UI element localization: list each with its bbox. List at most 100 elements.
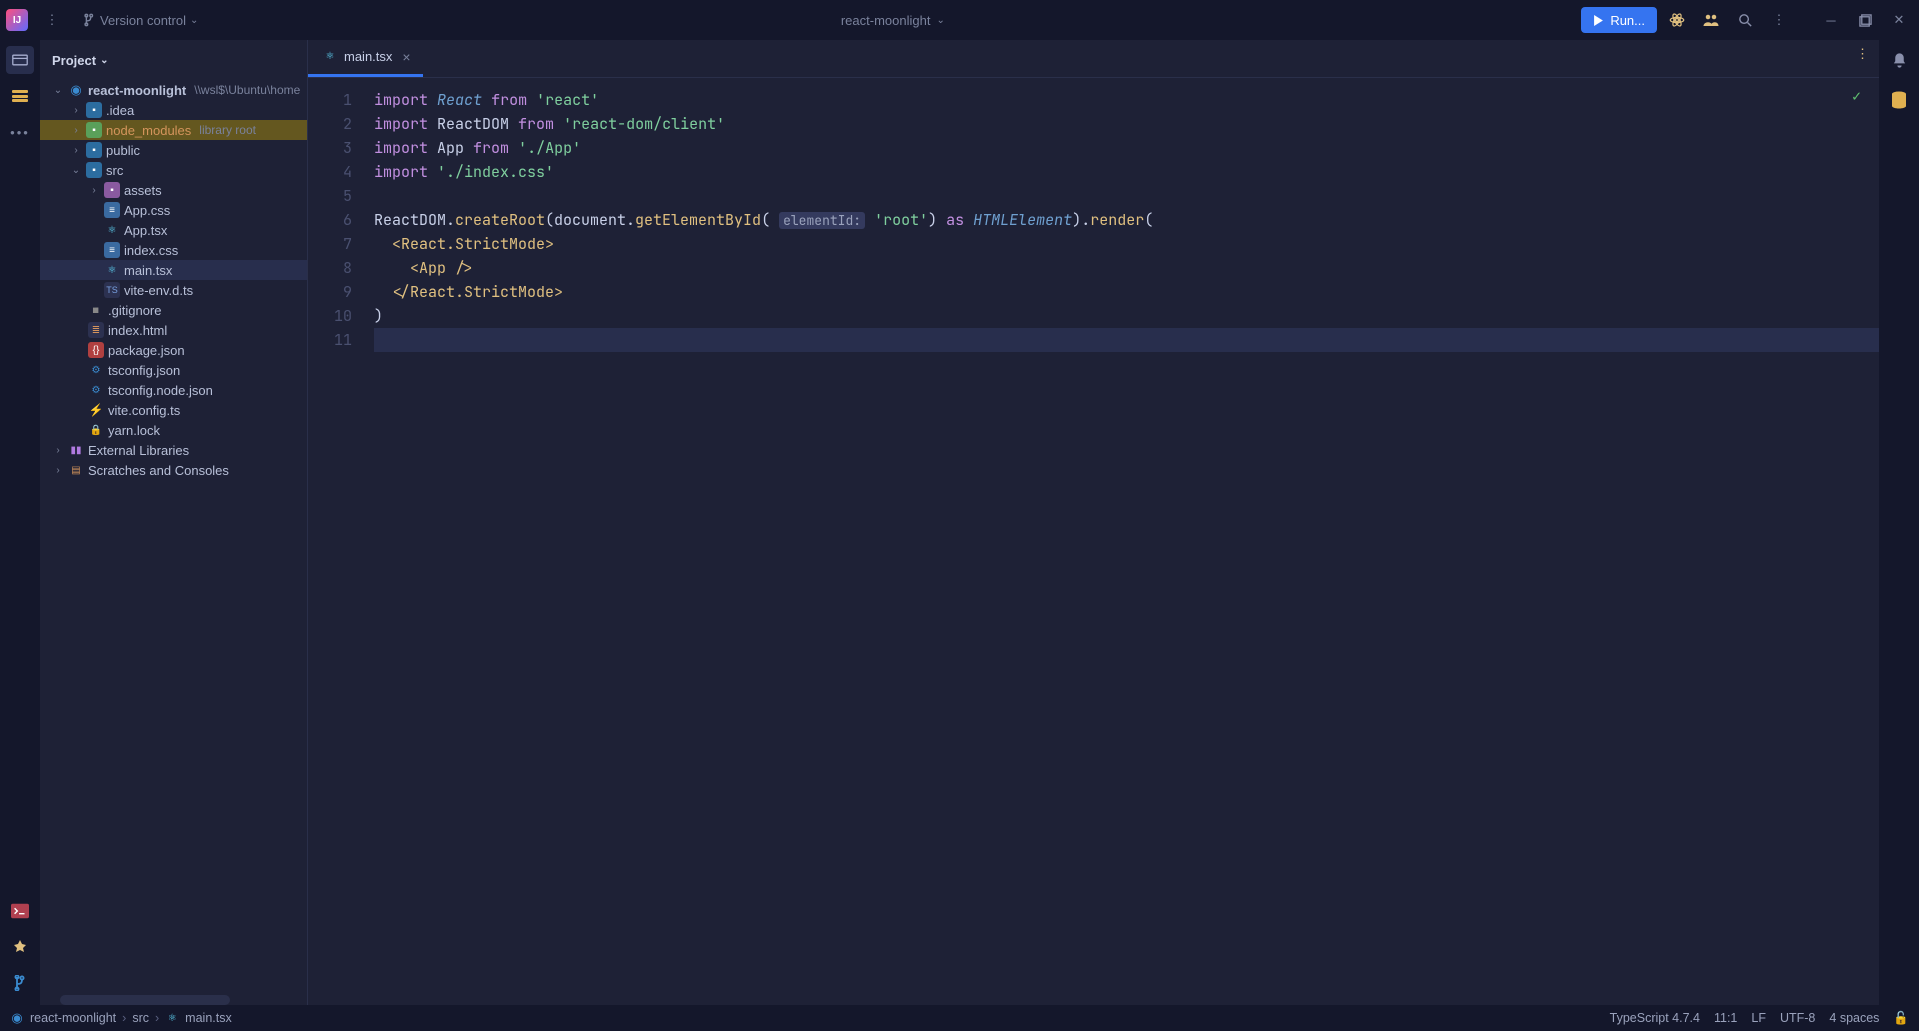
tree-file-gitignore[interactable]: ◆ .gitignore	[40, 300, 307, 320]
code-line[interactable]: import ReactDOM from 'react-dom/client'	[374, 112, 1879, 136]
editor-actions-icon[interactable]: ⋮	[1856, 46, 1869, 62]
tree-hint: \\wsl$\Ubuntu\home	[194, 83, 300, 97]
overflow-menu-icon[interactable]: ⋮	[1765, 6, 1793, 34]
search-icon[interactable]	[1731, 6, 1759, 34]
tree-label: vite-env.d.ts	[124, 283, 193, 298]
tree-label: Scratches and Consoles	[88, 463, 229, 478]
chevron-down-icon[interactable]: ⌄	[936, 15, 944, 26]
vite-icon: ⚡	[88, 402, 104, 418]
structure-tool-button[interactable]	[6, 82, 34, 110]
run-button[interactable]: Run...	[1581, 7, 1657, 33]
tree-folder-src[interactable]: ⌄ ▪ src	[40, 160, 307, 180]
code-line[interactable]: import './index.css'	[374, 160, 1879, 184]
notifications-icon[interactable]	[1885, 46, 1913, 74]
tree-label: .idea	[106, 103, 134, 118]
code-line-current[interactable]	[374, 328, 1879, 352]
database-tool-icon[interactable]	[1885, 86, 1913, 114]
line-number: 11	[308, 328, 352, 352]
tree-file-app-tsx[interactable]: ⚛ App.tsx	[40, 220, 307, 240]
project-panel-header[interactable]: Project ⌄	[40, 40, 307, 80]
tree-file-main-tsx[interactable]: ⚛ main.tsx	[40, 260, 307, 280]
tree-label: tsconfig.json	[108, 363, 180, 378]
breadcrumb-src[interactable]: src	[132, 1011, 149, 1025]
code-line[interactable]: import App from './App'	[374, 136, 1879, 160]
line-number: 6	[308, 208, 352, 232]
dts-file-icon: TS	[104, 282, 120, 298]
minimize-window-icon[interactable]: ─	[1817, 6, 1845, 34]
tree-file-index-css[interactable]: ≡ index.css	[40, 240, 307, 260]
terminal-tool-button[interactable]	[6, 897, 34, 925]
editor-tab-main-tsx[interactable]: ⚛ main.tsx ×	[308, 39, 423, 77]
project-name-title[interactable]: react-moonlight	[841, 13, 931, 28]
folder-icon: ▪	[104, 182, 120, 198]
status-encoding[interactable]: UTF-8	[1780, 1011, 1815, 1025]
css-file-icon: ≡	[104, 242, 120, 258]
tree-file-vite-env[interactable]: TS vite-env.d.ts	[40, 280, 307, 300]
git-tool-button[interactable]	[6, 969, 34, 997]
project-tool-button[interactable]	[6, 46, 34, 74]
folder-icon: ▪	[86, 102, 102, 118]
collaborators-icon[interactable]	[1697, 6, 1725, 34]
code-line[interactable]: import React from 'react'	[374, 88, 1879, 112]
maximize-window-icon[interactable]	[1851, 6, 1879, 34]
code-with-me-icon[interactable]	[1663, 6, 1691, 34]
scratch-icon: ▤	[68, 462, 84, 478]
code-line[interactable]: )	[374, 304, 1879, 328]
tree-label: index.css	[124, 243, 178, 258]
tree-external-libraries[interactable]: › ▮▮ External Libraries	[40, 440, 307, 460]
code-line[interactable]: </React.StrictMode>	[374, 280, 1879, 304]
tree-label: External Libraries	[88, 443, 189, 458]
close-window-icon[interactable]: ✕	[1885, 6, 1913, 34]
code-line[interactable]: <React.StrictMode>	[374, 232, 1879, 256]
tree-file-app-css[interactable]: ≡ App.css	[40, 200, 307, 220]
code-line[interactable]: ReactDOM.createRoot(document.getElementB…	[374, 208, 1879, 232]
json-file-icon: {}	[88, 342, 104, 358]
status-readonly-icon[interactable]: 🔓	[1893, 1011, 1909, 1026]
code-line[interactable]	[374, 184, 1879, 208]
inspection-ok-icon[interactable]: ✓	[1852, 86, 1861, 106]
status-caret-pos[interactable]: 11:1	[1714, 1011, 1737, 1025]
code-editor[interactable]: ✓ 1 2 3 4 5 6 7 8 9 10 11 import React f…	[308, 78, 1879, 1005]
close-tab-icon[interactable]: ×	[402, 49, 410, 65]
breadcrumb-file[interactable]: main.tsx	[185, 1011, 232, 1025]
folder-icon: ▪	[86, 162, 102, 178]
tree-file-tsconfig[interactable]: ⚙ tsconfig.json	[40, 360, 307, 380]
tree-folder-public[interactable]: › ▪ public	[40, 140, 307, 160]
status-indent[interactable]: 4 spaces	[1829, 1011, 1879, 1025]
chevron-right-icon: ›	[52, 445, 64, 456]
version-control-dropdown[interactable]: Version control ⌄	[76, 13, 204, 28]
tree-horizontal-scrollbar[interactable]	[60, 995, 230, 1005]
breadcrumb-project[interactable]: react-moonlight	[30, 1011, 116, 1025]
tree-root[interactable]: ⌄ ◉ react-moonlight \\wsl$\Ubuntu\home	[40, 80, 307, 100]
code-line[interactable]: <App />	[374, 256, 1879, 280]
tree-label: assets	[124, 183, 162, 198]
status-typescript[interactable]: TypeScript 4.7.4	[1610, 1011, 1700, 1025]
tree-scratches[interactable]: › ▤ Scratches and Consoles	[40, 460, 307, 480]
tree-label: index.html	[108, 323, 167, 338]
main-menu-icon[interactable]: ⋮	[38, 6, 66, 34]
tree-file-yarn-lock[interactable]: 🔒 yarn.lock	[40, 420, 307, 440]
tsconfig-icon: ⚙	[88, 382, 104, 398]
run-button-label: Run...	[1610, 13, 1645, 28]
tree-file-tsconfig-node[interactable]: ⚙ tsconfig.node.json	[40, 380, 307, 400]
tree-file-package-json[interactable]: {} package.json	[40, 340, 307, 360]
status-line-sep[interactable]: LF	[1751, 1011, 1766, 1025]
tree-file-index-html[interactable]: ≣ index.html	[40, 320, 307, 340]
tree-folder-assets[interactable]: › ▪ assets	[40, 180, 307, 200]
folder-icon: ▪	[86, 142, 102, 158]
tree-label: src	[106, 163, 123, 178]
react-file-icon: ⚛	[104, 222, 120, 238]
play-icon	[1593, 15, 1604, 26]
chevron-down-icon: ⌄	[52, 85, 64, 96]
ide-logo[interactable]: IJ	[6, 9, 28, 31]
react-file-icon: ⚛	[165, 1011, 179, 1025]
tree-folder-node-modules[interactable]: › ▪ node_modules library root	[40, 120, 307, 140]
more-tools-icon[interactable]: •••	[6, 118, 34, 146]
line-number: 1	[308, 88, 352, 112]
tree-folder-idea[interactable]: › ▪ .idea	[40, 100, 307, 120]
breadcrumb-sep: ›	[155, 1011, 159, 1025]
editor-lines[interactable]: import React from 'react' import ReactDO…	[370, 78, 1879, 1005]
tree-file-vite-config[interactable]: ⚡ vite.config.ts	[40, 400, 307, 420]
html-file-icon: ≣	[88, 322, 104, 338]
services-tool-button[interactable]	[6, 933, 34, 961]
